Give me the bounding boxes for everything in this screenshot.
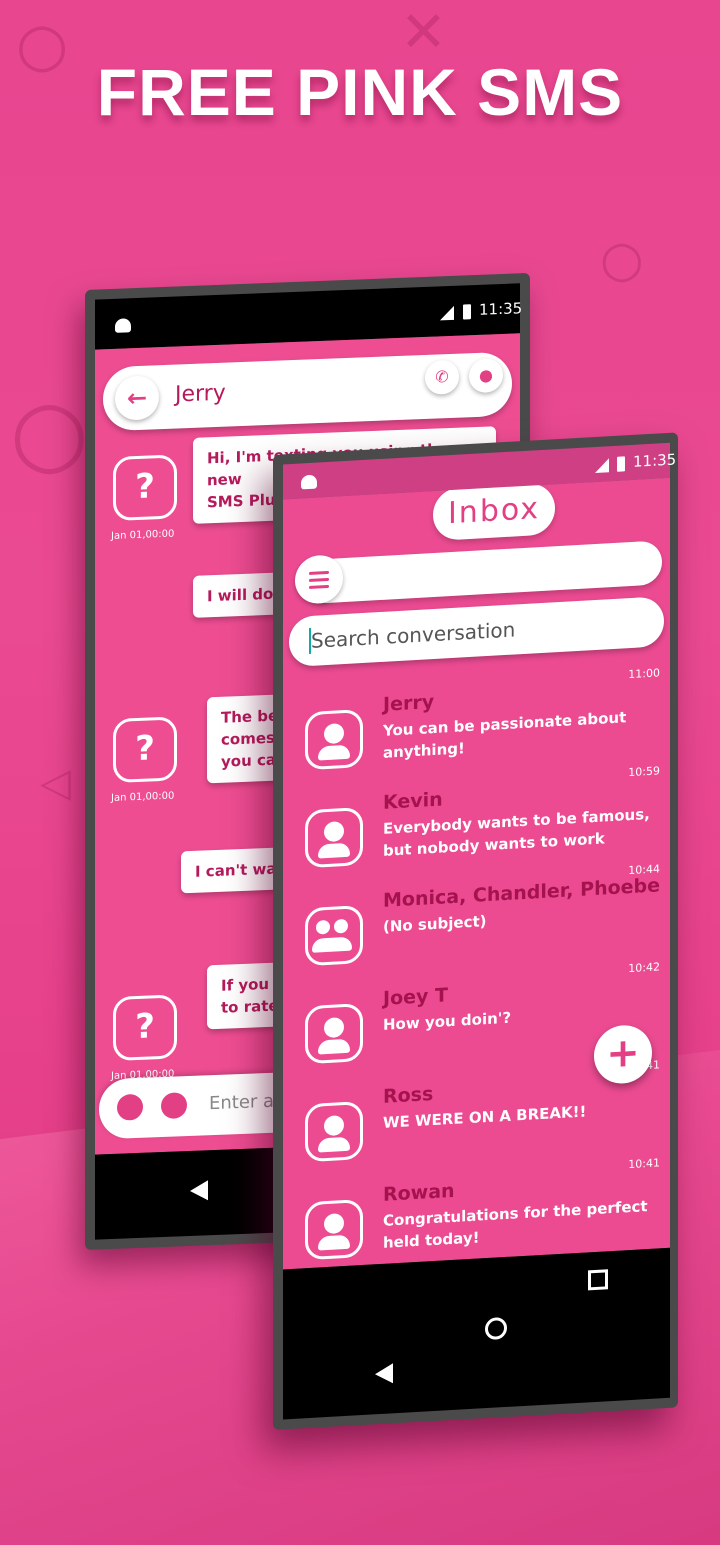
conversation-name: Jerry	[383, 690, 435, 716]
status-time: 11:35	[479, 299, 523, 319]
person-icon	[305, 806, 363, 869]
unknown-contact-icon: ?	[113, 716, 177, 783]
back-arrow-icon[interactable]: ←	[115, 375, 159, 421]
battery-icon	[463, 304, 471, 320]
unknown-contact-icon: ?	[113, 994, 177, 1061]
person-icon	[305, 1198, 363, 1261]
menu-line	[309, 570, 329, 575]
menu-line	[309, 577, 329, 582]
person-icon	[305, 1100, 363, 1163]
menu-button[interactable]	[295, 554, 343, 605]
decor-circle-icon: ○	[600, 230, 644, 288]
message-input[interactable]: Enter a	[209, 1091, 274, 1115]
conversation-name: Rowan	[383, 1179, 455, 1206]
unknown-contact-icon: ?	[113, 454, 177, 521]
phone-icon[interactable]: ✆	[425, 359, 459, 395]
group-icon	[305, 904, 363, 967]
chat-header: ← Jerry ✆ ●	[103, 351, 512, 432]
home-nav-icon[interactable]	[485, 1316, 507, 1341]
top-bar	[295, 540, 662, 605]
message-timestamp: Jan 01,00:00	[111, 528, 175, 543]
android-icon	[115, 318, 131, 333]
conversation-time: 11:00	[628, 666, 660, 682]
menu-line	[309, 584, 329, 589]
conversation-name: Ross	[383, 1083, 434, 1108]
android-icon	[301, 474, 317, 490]
decor-circle-icon: ○	[10, 380, 89, 485]
inbox-screen: Inbox Search conversation 11:00 Jerry Yo…	[283, 477, 670, 1270]
emoji-icon[interactable]	[161, 1092, 187, 1120]
person-icon	[305, 708, 363, 771]
status-time: 11:35	[633, 450, 677, 471]
inbox-title: Inbox	[433, 482, 555, 542]
battery-icon	[617, 456, 625, 472]
search-bar: Search conversation	[289, 596, 664, 668]
conversation-name: Kevin	[383, 788, 443, 814]
signal-icon	[440, 305, 454, 321]
contact-name: Jerry	[175, 380, 226, 408]
sticker-icon[interactable]	[117, 1093, 143, 1121]
decor-triangle-icon: ◁	[40, 760, 71, 806]
conversation-time: 10:42	[628, 960, 660, 976]
back-nav-icon[interactable]	[190, 1180, 208, 1201]
person-icon	[305, 1002, 363, 1065]
conversation-name: Joey T	[383, 984, 448, 1010]
search-input[interactable]: Search conversation	[311, 617, 515, 652]
inbox-phone: 11:35 Inbox Search conversation 11:00 Je…	[273, 432, 678, 1430]
back-nav-icon[interactable]	[375, 1363, 393, 1385]
contact-icon[interactable]: ●	[469, 357, 503, 394]
headline: FREE PINK SMS	[96, 55, 624, 129]
signal-icon	[595, 458, 609, 473]
message-timestamp: Jan 01,00:00	[111, 790, 175, 805]
recents-nav-icon[interactable]	[588, 1269, 608, 1291]
conversation-time: 10:41	[628, 1156, 660, 1172]
conversation-time: 10:59	[628, 764, 660, 780]
navigation-bar	[283, 1247, 670, 1420]
app-promo-screen: { "headline": "FREE PINK SMS", "status_t…	[0, 0, 720, 1545]
